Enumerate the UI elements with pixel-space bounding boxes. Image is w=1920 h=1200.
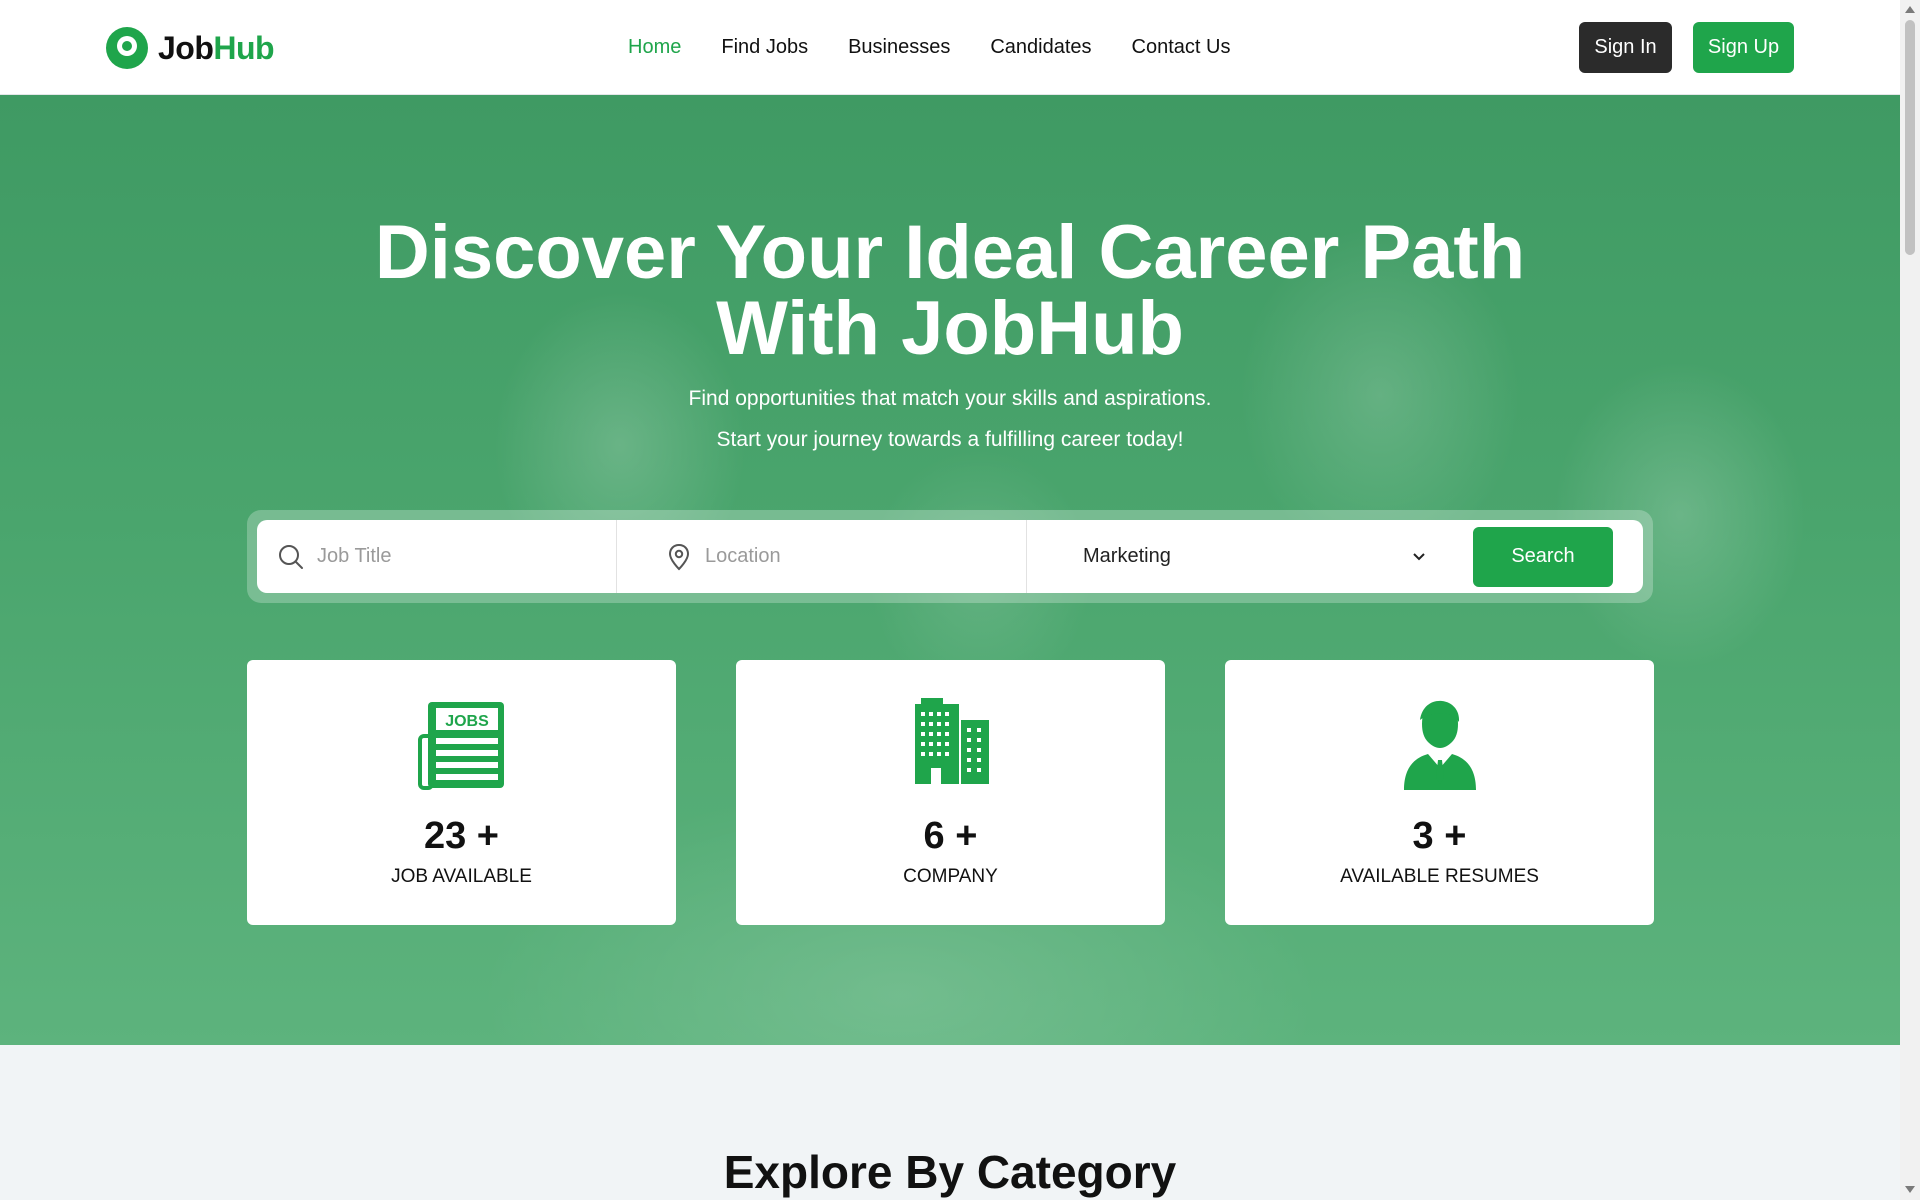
- job-title-field: [257, 520, 617, 593]
- nav-contact-us[interactable]: Contact Us: [1132, 36, 1231, 59]
- main-nav: Home Find Jobs Businesses Candidates Con…: [628, 36, 1230, 59]
- stat-card-company[interactable]: 6 + COMPANY: [736, 660, 1165, 925]
- brand-logo[interactable]: JobHub: [106, 27, 275, 69]
- jobs-newspaper-icon: JOBS: [417, 702, 504, 790]
- hero-title-line-1: Discover Your Ideal Career Path: [374, 210, 1526, 295]
- hero-subtitle-1: Find opportunities that match your skill…: [688, 387, 1212, 410]
- nav-home[interactable]: Home: [628, 36, 681, 59]
- nav-businesses[interactable]: Businesses: [848, 36, 950, 59]
- explore-heading: Explore By Category: [723, 1146, 1177, 1198]
- category-select[interactable]: Marketing: [1027, 520, 1467, 593]
- search-button[interactable]: Search: [1473, 526, 1613, 587]
- category-selected-value: Marketing: [1083, 545, 1171, 567]
- nav-candidates[interactable]: Candidates: [990, 36, 1091, 59]
- person-icon: [1403, 700, 1476, 790]
- search-panel: Marketing Search: [247, 510, 1653, 603]
- search-bar: Marketing Search: [257, 520, 1643, 593]
- location-input[interactable]: [705, 545, 965, 568]
- hero-section: Discover Your Ideal Career Path With Job…: [0, 95, 1900, 1045]
- scroll-thumb[interactable]: [1905, 20, 1915, 255]
- jobs-label: JOB AVAILABLE: [391, 866, 532, 887]
- resumes-label: AVAILABLE RESUMES: [1340, 866, 1539, 887]
- search-icon: [279, 544, 303, 569]
- logo-icon: [106, 27, 148, 69]
- scroll-up-arrow-icon[interactable]: [1905, 6, 1915, 13]
- job-title-input[interactable]: [317, 545, 577, 568]
- location-pin-icon: [668, 543, 690, 570]
- stat-card-jobs[interactable]: JOBS 23 + JOB AVAILABLE: [247, 660, 676, 925]
- site-header: JobHub Home Find Jobs Businesses Candida…: [0, 0, 1900, 95]
- hero-title: Discover Your Ideal Career Path With Job…: [0, 215, 1900, 367]
- chevron-down-icon: [1413, 552, 1425, 560]
- company-count: 6 +: [923, 815, 978, 857]
- stat-card-resumes[interactable]: 3 + AVAILABLE RESUMES: [1225, 660, 1654, 925]
- location-field: [617, 520, 1027, 593]
- brand-name: JobHub: [158, 29, 275, 66]
- scroll-down-arrow-icon[interactable]: [1905, 1186, 1915, 1193]
- hero-subtitle-2: Start your journey towards a fulfilling …: [716, 428, 1184, 451]
- jobs-count: 23 +: [423, 815, 500, 857]
- page-scrollbar[interactable]: [1900, 0, 1920, 1200]
- sign-up-button[interactable]: Sign Up: [1693, 22, 1794, 73]
- sign-in-button[interactable]: Sign In: [1579, 22, 1672, 73]
- nav-find-jobs[interactable]: Find Jobs: [721, 36, 808, 59]
- buildings-icon: [914, 698, 989, 784]
- hero-title-line-2: With JobHub: [716, 286, 1184, 371]
- company-label: COMPANY: [903, 866, 998, 887]
- jobs-icon-text: JOBS: [445, 713, 489, 730]
- resumes-count: 3 +: [1412, 815, 1467, 857]
